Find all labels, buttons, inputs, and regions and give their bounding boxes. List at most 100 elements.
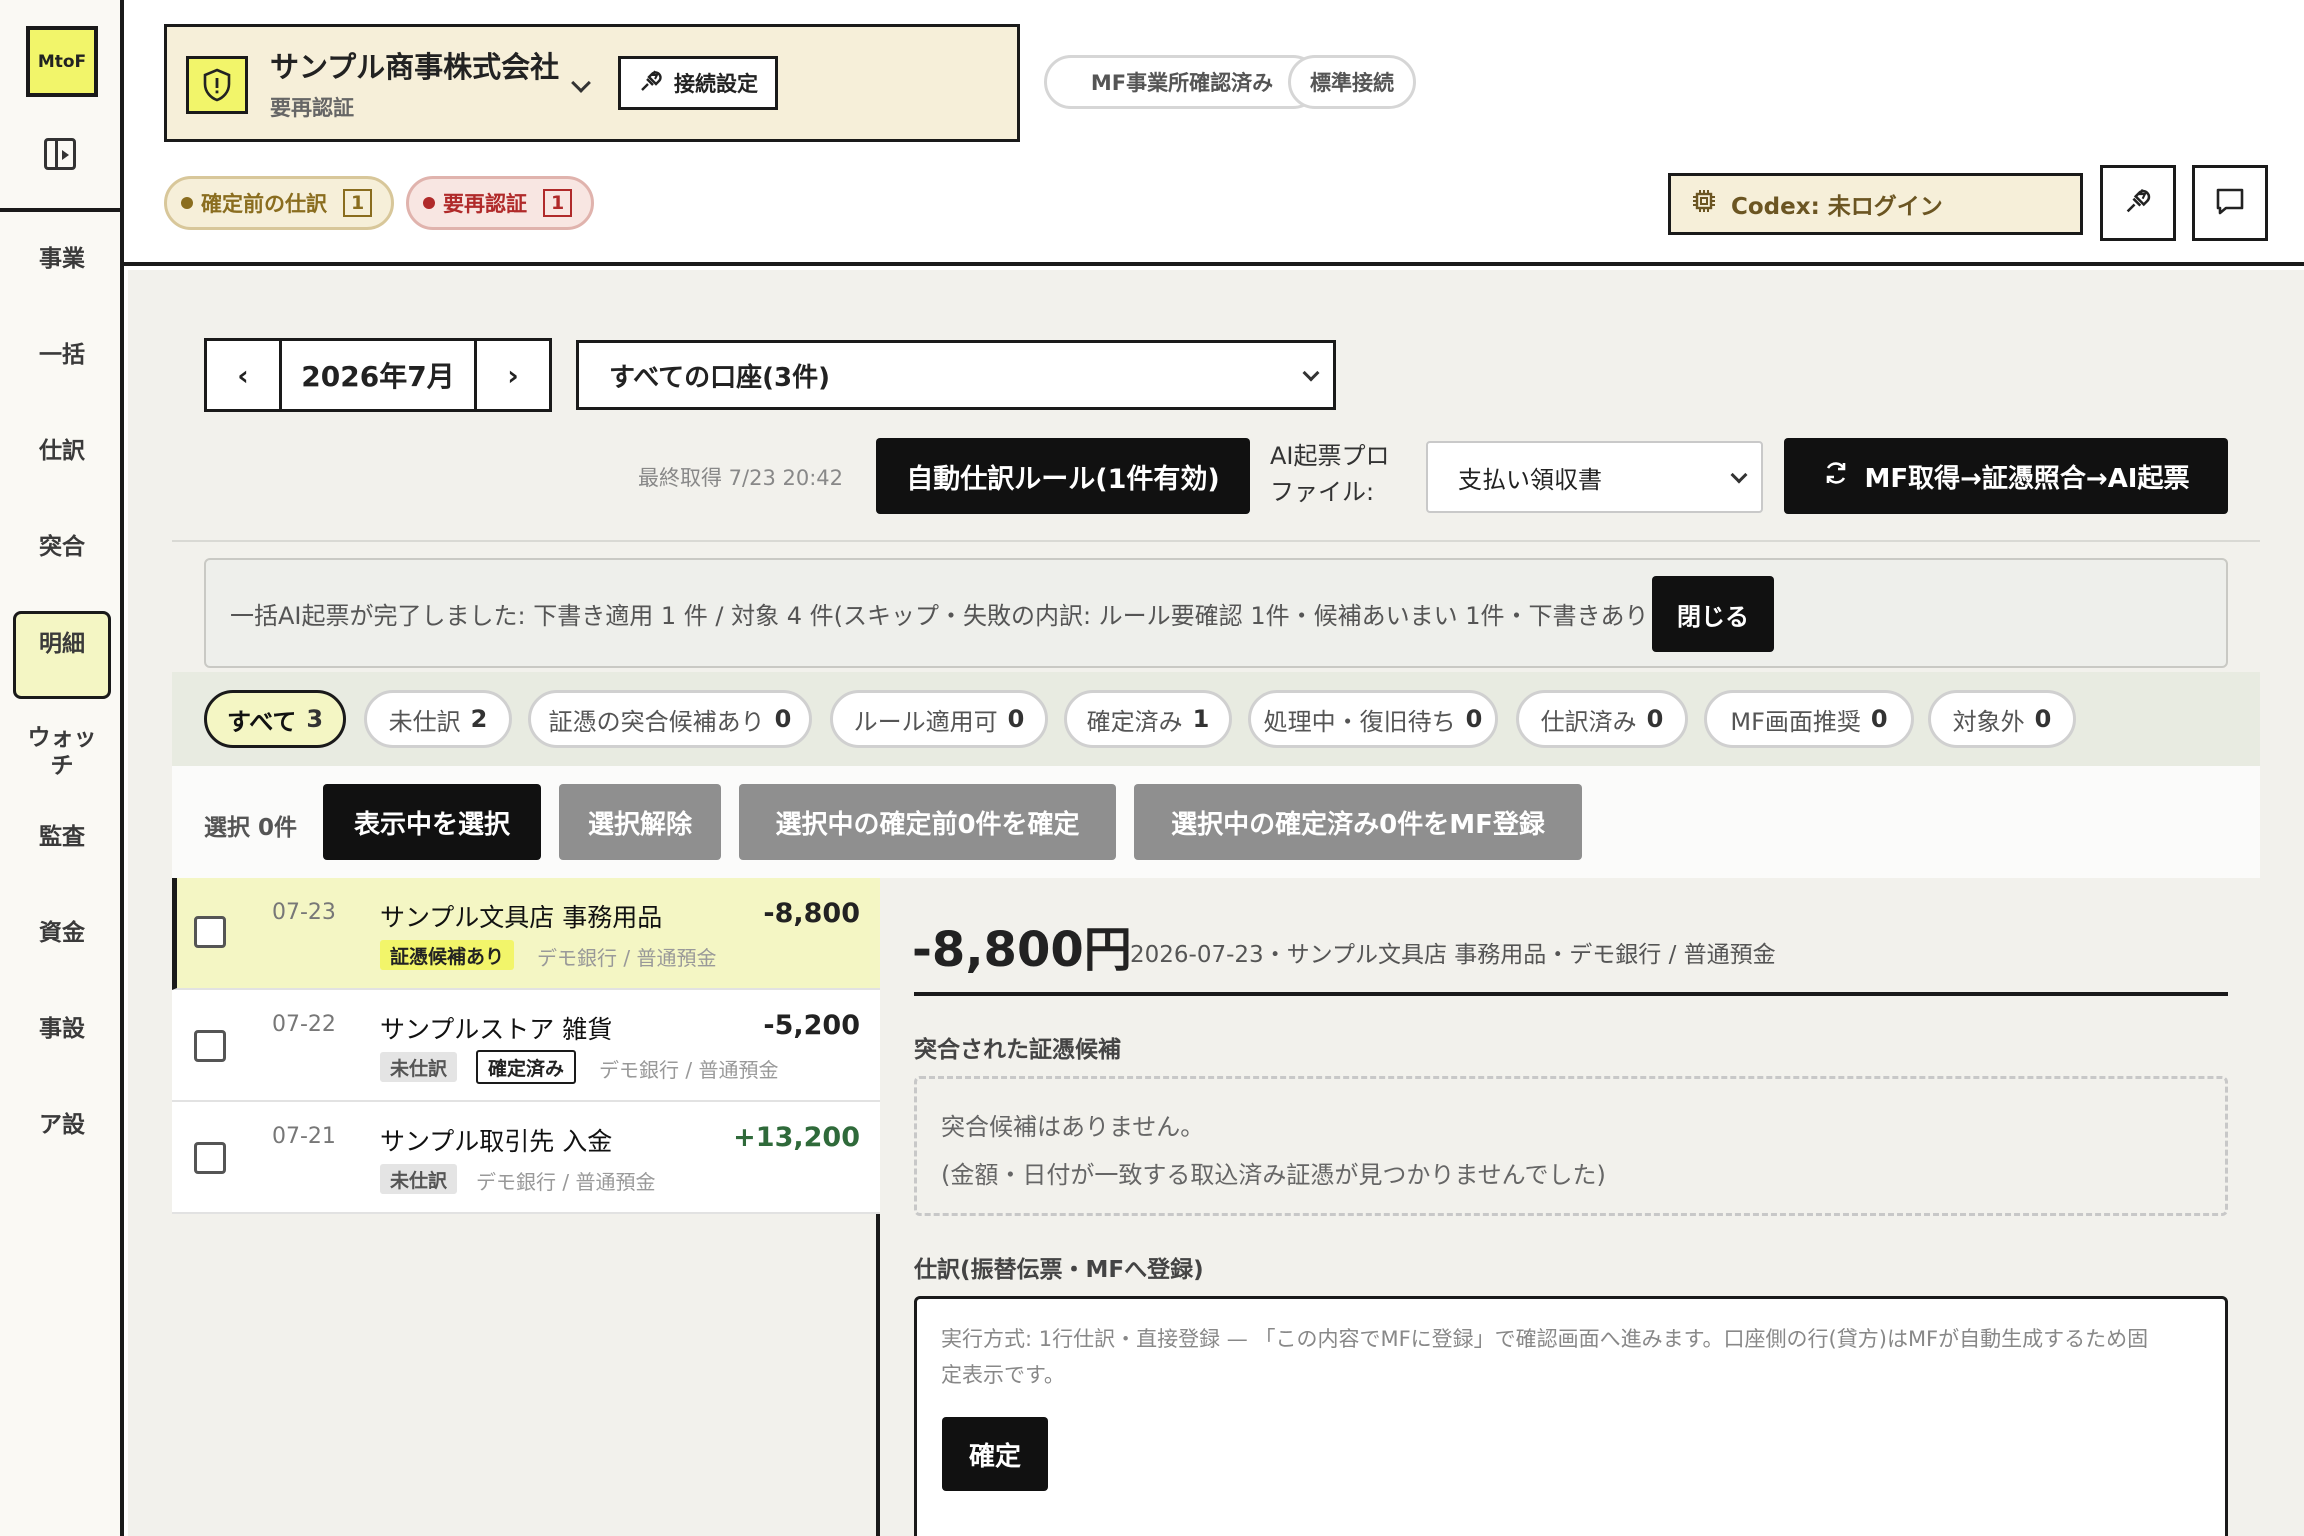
row-date: 07-23 — [272, 900, 336, 925]
filter-count: 0 — [774, 705, 792, 733]
sidebar-item-watch-2[interactable]: チ — [0, 752, 124, 780]
connection-settings-button[interactable]: 接続設定 — [618, 56, 778, 110]
sidebar-divider — [0, 208, 124, 212]
filter-tab-confirmed[interactable]: 確定済み 1 — [1064, 690, 1232, 748]
filter-tab-voucher-candidates[interactable]: 証憑の突合候補あり 0 — [528, 690, 812, 748]
transaction-row[interactable]: 07-23 サンプル文具店 事務用品 -8,800 証憑候補あり デモ銀行 / … — [172, 878, 880, 990]
filter-label: MF画面推奨 — [1730, 707, 1861, 736]
prev-month-button[interactable]: ‹ — [207, 341, 279, 409]
transaction-row[interactable]: 07-21 サンプル取引先 入金 +13,200 未仕訳 デモ銀行 / 普通預金 — [172, 1102, 880, 1214]
plug-icon — [2123, 186, 2153, 220]
row-amount: +13,200 — [733, 1122, 860, 1153]
filter-tab-excluded[interactable]: 対象外 0 — [1928, 690, 2076, 748]
filter-label: すべて — [226, 707, 297, 736]
mf-office-confirmed-badge: MF事業所確認済み — [1044, 55, 1320, 109]
row-checkbox[interactable] — [194, 1142, 226, 1174]
ai-profile-select[interactable]: 支払い領収書 — [1426, 441, 1763, 513]
row-bank: デモ銀行 / 普通預金 — [599, 1058, 779, 1082]
ai-profile-value: 支払い領収書 — [1458, 465, 1602, 494]
register-selected-button[interactable]: 選択中の確定済み0件をMF登録 — [1134, 784, 1582, 860]
transaction-row[interactable]: 07-22 サンプルストア 雑貨 -5,200 未仕訳 確定済み デモ銀行 / … — [172, 990, 880, 1102]
sidebar-item-bulk[interactable]: 一括 — [0, 341, 124, 369]
last-fetch-time: 最終取得 7/23 20:42 — [638, 466, 844, 490]
reauth-count: 1 — [543, 189, 573, 217]
filter-count: 0 — [1646, 705, 1664, 733]
profile-label-line-1: AI起票プロ — [1270, 442, 1390, 470]
chat-button[interactable] — [2192, 165, 2268, 241]
close-banner-button[interactable]: 閉じる — [1652, 576, 1774, 652]
journal-heading: 仕訳(振替伝票・MFへ登録) — [914, 1257, 1204, 1283]
chevron-down-icon — [1302, 364, 1320, 382]
account-select-value: すべての口座(3件) — [609, 362, 830, 393]
filter-label: 処理中・復旧待ち — [1263, 707, 1456, 736]
profile-label-line-2: ファイル: — [1270, 478, 1375, 506]
confirm-button[interactable]: 確定 — [942, 1417, 1048, 1491]
filter-count: 3 — [306, 705, 324, 733]
sidebar-item-funds[interactable]: 資金 — [0, 919, 124, 947]
sidebar-item-watch[interactable]: ウォッ — [0, 724, 124, 752]
sidebar-item-match[interactable]: 突合 — [0, 533, 124, 561]
standard-connection-badge: 標準接続 — [1288, 55, 1416, 109]
row-date: 07-22 — [272, 1012, 336, 1037]
no-match-note: (金額・日付が一致する取込済み証憑が見つかりませんでした) — [941, 1161, 1606, 1189]
shield-alert-icon — [186, 56, 248, 114]
sidebar-item-audit[interactable]: 監査 — [0, 823, 124, 851]
filter-tab-journaled[interactable]: 仕訳済み 0 — [1516, 690, 1688, 748]
company-status: 要再認証 — [270, 96, 354, 120]
filter-label: 確定済み — [1086, 707, 1183, 736]
unjournaled-tag: 未仕訳 — [380, 1164, 458, 1194]
refresh-icon — [1822, 459, 1850, 494]
row-checkbox[interactable] — [194, 1030, 226, 1062]
detail-divider — [914, 992, 2228, 996]
select-visible-button[interactable]: 表示中を選択 — [323, 784, 541, 860]
filter-label: 対象外 — [1952, 707, 2025, 736]
banner-text: 一括AI起票が完了しました: 下書き適用 1 件 / 対象 4 件(スキップ・失… — [230, 601, 1705, 630]
sidebar-item-biz-settings[interactable]: 事設 — [0, 1015, 124, 1043]
connection-button[interactable] — [2100, 165, 2176, 241]
filter-count: 0 — [1007, 705, 1025, 733]
row-amount: -5,200 — [763, 1010, 860, 1041]
mf-fetch-run-button[interactable]: MF取得→証憑照合→AI起票 — [1784, 438, 2228, 514]
voucher-candidate-tag: 証憑候補あり — [380, 940, 515, 970]
journal-box-edge-right — [2225, 1492, 2228, 1536]
pending-journal-count: 1 — [343, 189, 373, 217]
filter-count: 2 — [470, 705, 488, 733]
detail-amount: -8,800円 — [912, 922, 1132, 978]
filter-tab-rule-applicable[interactable]: ルール適用可 0 — [830, 690, 1048, 748]
journal-note: 実行方式: 1行仕訳・直接登録 — 「この内容でMFに登録」で確認画面へ進みます… — [941, 1327, 2149, 1351]
filter-count: 1 — [1192, 705, 1210, 733]
filter-count: 0 — [1870, 705, 1888, 733]
row-bank: デモ銀行 / 普通預金 — [476, 1170, 656, 1194]
filter-tab-all[interactable]: すべて 3 — [204, 690, 346, 748]
confirm-selected-button[interactable]: 選択中の確定前0件を確定 — [739, 784, 1116, 860]
row-checkbox[interactable] — [194, 916, 226, 948]
auto-journal-rules-button[interactable]: 自動仕訳ルール(1件有効) — [876, 438, 1250, 514]
detail-meta: 2026-07-23・サンプル文具店 事務用品・デモ銀行 / 普通預金 — [1130, 942, 1776, 968]
filter-count: 0 — [1465, 705, 1483, 733]
chevron-down-icon — [1730, 466, 1748, 484]
account-select[interactable]: すべての口座(3件) — [576, 340, 1336, 410]
no-match-box: 突合候補はありません。 (金額・日付が一致する取込済み証憑が見つかりませんでした… — [914, 1076, 2228, 1216]
row-amount: -8,800 — [763, 898, 860, 929]
app-logo[interactable]: MtoF — [26, 26, 98, 97]
sidebar-item-app-settings[interactable]: ア設 — [0, 1111, 124, 1139]
no-match-text: 突合候補はありません。 — [941, 1113, 1205, 1141]
filter-count: 0 — [2034, 705, 2052, 733]
filter-tab-processing[interactable]: 処理中・復旧待ち 0 — [1248, 690, 1498, 748]
reauth-badge[interactable]: 要再認証 1 — [406, 176, 594, 230]
profile-label: AI起票プロ ファイル: — [1270, 438, 1390, 510]
mf-fetch-run-label: MF取得→証憑照合→AI起票 — [1864, 463, 2190, 494]
pending-journal-badge[interactable]: 確定前の仕訳 1 — [164, 176, 394, 230]
sidebar-toggle-icon[interactable] — [44, 138, 76, 170]
filter-tab-unjournaled[interactable]: 未仕訳 2 — [364, 690, 512, 748]
filter-tab-mf-recommended[interactable]: MF画面推奨 0 — [1704, 690, 1914, 748]
filter-label: 未仕訳 — [388, 707, 461, 736]
codex-status-button[interactable]: Codex: 未ログイン — [1668, 173, 2083, 235]
sidebar-item-journal[interactable]: 仕訳 — [0, 437, 124, 465]
sidebar-item-details[interactable]: 明細 — [0, 630, 124, 658]
deselect-button[interactable]: 選択解除 — [559, 784, 721, 860]
pending-journal-label: 確定前の仕訳 — [201, 192, 327, 216]
sidebar-item-business[interactable]: 事業 — [0, 245, 124, 273]
status-dot-icon — [423, 197, 435, 209]
next-month-button[interactable]: › — [477, 341, 549, 409]
